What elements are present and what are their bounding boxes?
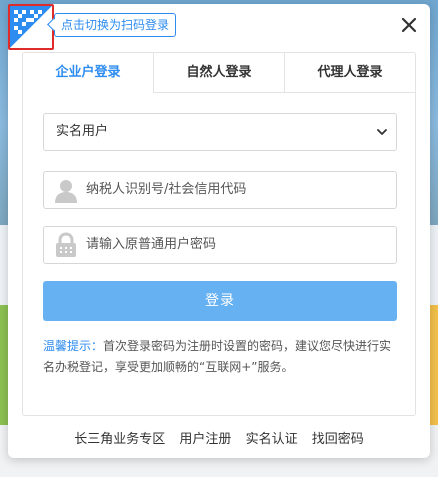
taxpayer-id-placeholder: 纳税人识别号/社会信用代码 xyxy=(86,182,247,197)
link-retrieve-password[interactable]: 找回密码 xyxy=(312,432,364,447)
tab-individual-login[interactable]: 自然人登录 xyxy=(153,53,284,93)
link-real-name-auth[interactable]: 实名认证 xyxy=(246,432,298,447)
link-yangtze-delta[interactable]: 长三角业务专区 xyxy=(74,432,165,447)
qr-switch-tooltip[interactable]: 点击切换为扫码登录 xyxy=(54,13,177,37)
taxpayer-id-input[interactable]: 纳税人识别号/社会信用代码 xyxy=(43,171,397,209)
login-tabs: 企业户登录 自然人登录 代理人登录 xyxy=(23,53,415,93)
qr-switch-button[interactable] xyxy=(8,4,54,50)
login-dialog: 点击切换为扫码登录 企业户登录 自然人登录 代理人登录 实名用户 纳税人识别号/… xyxy=(8,4,430,458)
user-type-value: 实名用户 xyxy=(56,124,109,139)
user-icon xyxy=(52,176,80,204)
close-button[interactable] xyxy=(400,16,418,34)
link-register[interactable]: 用户注册 xyxy=(179,432,231,447)
login-button[interactable]: 登录 xyxy=(43,281,397,321)
lock-icon xyxy=(52,231,80,259)
user-type-select[interactable]: 实名用户 xyxy=(43,113,397,151)
password-placeholder: 请输入原普通用户密码 xyxy=(86,237,217,252)
chevron-down-icon xyxy=(376,126,388,138)
login-tip: 温馨提示：首次登录密码为注册时设置的密码，建议您尽快进行实名办税登记，享受更加顺… xyxy=(43,336,397,378)
tab-agent-login[interactable]: 代理人登录 xyxy=(284,53,415,93)
qr-code-icon xyxy=(10,6,52,48)
tab-enterprise-login[interactable]: 企业户登录 xyxy=(23,53,153,93)
login-panel: 企业户登录 自然人登录 代理人登录 实名用户 纳税人识别号/社会信用代码 请输入… xyxy=(22,52,416,416)
footer-links: 长三角业务专区 用户注册 实名认证 找回密码 xyxy=(8,428,430,447)
password-input[interactable]: 请输入原普通用户密码 xyxy=(43,226,397,264)
close-icon xyxy=(400,17,418,38)
tip-label: 温馨提示： xyxy=(43,339,104,353)
